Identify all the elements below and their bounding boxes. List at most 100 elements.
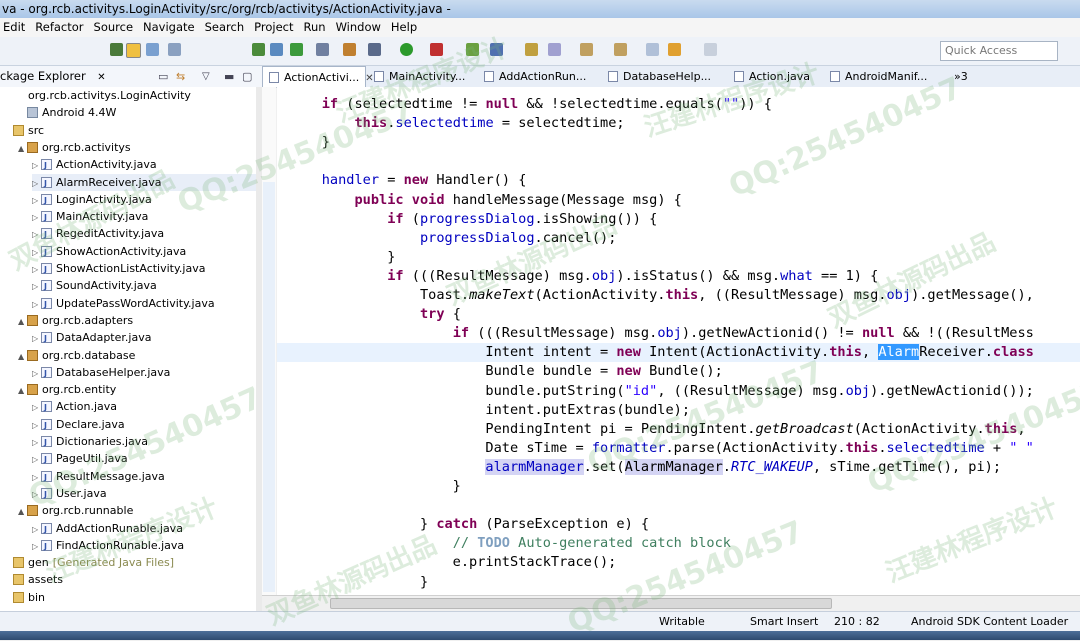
tree-item[interactable]: ▷ SoundActivity.java	[32, 277, 157, 295]
expand-toggle-icon[interactable]: ▷	[32, 209, 41, 226]
quick-access-input[interactable]: Quick Access	[940, 41, 1058, 61]
open-type-icon[interactable]	[525, 43, 538, 56]
tree-item[interactable]: ▷ ShowActionListActivity.java	[32, 260, 205, 278]
code-editor[interactable]: if (selectedtime != null && !selectedtim…	[277, 87, 1080, 595]
tree-item[interactable]: assets	[4, 571, 63, 588]
tree-item[interactable]: ▷ UpdatePassWordActivity.java	[32, 295, 215, 313]
tree-item[interactable]: ▷ AlarmReceiver.java	[32, 173, 256, 192]
tree-item[interactable]: ▷ FindActionRunable.java	[32, 537, 184, 555]
expand-toggle-icon[interactable]: ▲	[18, 503, 27, 520]
tree-item[interactable]: ▷ Dictionaries.java	[32, 433, 148, 451]
next-annotation-icon[interactable]	[580, 43, 593, 56]
expand-toggle-icon[interactable]: ▷	[32, 330, 41, 347]
expand-toggle-icon[interactable]: ▷	[32, 278, 41, 295]
menu-refactor[interactable]: Refactor	[30, 20, 88, 34]
block-select-icon[interactable]	[146, 43, 159, 56]
previous-annotation-icon[interactable]	[614, 43, 627, 56]
tree-item[interactable]: src	[4, 122, 44, 139]
lint-icon[interactable]	[290, 43, 303, 56]
editor-tab[interactable]: MainActivity...	[368, 66, 476, 87]
android-sdk-icon[interactable]	[252, 43, 265, 56]
tree-item[interactable]: ▷ Action.java	[32, 398, 117, 416]
menu-help[interactable]: Help	[386, 20, 422, 34]
expand-toggle-icon[interactable]: ▷	[32, 434, 41, 451]
external-tools-icon[interactable]	[430, 43, 443, 56]
tree-item[interactable]: ▷ PageUtil.java	[32, 450, 128, 468]
expand-toggle-icon[interactable]: ▷	[32, 244, 41, 261]
editor-tab[interactable]: »3	[948, 66, 978, 87]
expand-toggle-icon[interactable]: ▷	[32, 521, 41, 538]
run-icon[interactable]	[400, 43, 413, 56]
tree-item[interactable]: ▷ ResultMessage.java	[32, 468, 165, 486]
maximize-icon[interactable]: ▢	[242, 66, 252, 87]
editor-tab[interactable]: Action.java	[728, 66, 822, 87]
close-icon[interactable]: ✕	[97, 72, 105, 83]
tree-item[interactable]: ▲ org.rcb.adapters	[18, 312, 133, 329]
view-menu-icon[interactable]: ▽	[202, 66, 210, 87]
back-icon[interactable]	[668, 43, 681, 56]
new-icon[interactable]	[316, 43, 329, 56]
tree-item[interactable]: org.rcb.activitys.LoginActivity	[4, 87, 191, 104]
tree-item[interactable]: ▲ org.rcb.entity	[18, 381, 116, 398]
forward-icon[interactable]	[704, 43, 717, 56]
expand-toggle-icon[interactable]: ▲	[18, 140, 27, 157]
tree-item[interactable]: ▷ AddActionRunable.java	[32, 520, 183, 538]
editor-tab[interactable]: AndroidManif...	[824, 66, 946, 87]
link-editor-icon[interactable]: ⇆	[176, 66, 185, 87]
hscroll-thumb[interactable]	[330, 598, 832, 609]
menu-window[interactable]: Window	[331, 20, 386, 34]
show-whitespace-icon[interactable]	[168, 43, 181, 56]
menu-search[interactable]: Search	[200, 20, 250, 34]
tool-icon[interactable]	[110, 43, 123, 56]
open-icon[interactable]	[343, 43, 356, 56]
expand-toggle-icon[interactable]: ▷	[32, 296, 41, 313]
tree-item[interactable]: Android 4.4W	[18, 104, 116, 121]
expand-toggle-icon[interactable]: ▲	[18, 348, 27, 365]
menu-navigate[interactable]: Navigate	[138, 20, 200, 34]
editor-tab[interactable]: ActionActivi... ✕	[262, 66, 374, 87]
debug-icon[interactable]	[368, 43, 381, 56]
menu-run[interactable]: Run	[299, 20, 331, 34]
menu-source[interactable]: Source	[89, 20, 139, 34]
tree-item[interactable]: ▲ org.rcb.runnable	[18, 502, 133, 519]
search-icon[interactable]	[548, 43, 561, 56]
tree-item[interactable]: ▷ RegeditActivity.java	[32, 225, 164, 243]
collapse-all-icon[interactable]: ▭	[158, 66, 168, 87]
tree-item[interactable]: ▷ DataAdapter.java	[32, 329, 151, 347]
new-java-project-icon[interactable]	[466, 43, 479, 56]
tree-item[interactable]: gen [Generated Java Files]	[4, 554, 174, 571]
expand-toggle-icon[interactable]: ▷	[32, 417, 41, 434]
tree-item[interactable]: bin	[4, 589, 45, 606]
expand-toggle-icon[interactable]: ▷	[32, 175, 41, 192]
new-package-icon[interactable]	[490, 43, 503, 56]
expand-toggle-icon[interactable]: ▷	[32, 451, 41, 468]
expand-toggle-icon[interactable]: ▲	[18, 382, 27, 399]
android-avd-icon[interactable]	[270, 43, 283, 56]
minimize-icon[interactable]: ▬	[224, 66, 234, 87]
tree-item[interactable]: ▷ Declare.java	[32, 416, 125, 434]
menu-project[interactable]: Project	[249, 20, 298, 34]
expand-toggle-icon[interactable]: ▷	[32, 399, 41, 416]
expand-toggle-icon[interactable]: ▷	[32, 226, 41, 243]
tree-item[interactable]: ▷ LoginActivity.java	[32, 191, 152, 209]
expand-toggle-icon[interactable]: ▷	[32, 365, 41, 382]
tree-item[interactable]: ▷ User.java	[32, 485, 107, 503]
expand-toggle-icon[interactable]: ▷	[32, 157, 41, 174]
menu-edit[interactable]: Edit	[0, 20, 30, 34]
tree-item[interactable]: ▲ org.rcb.activitys	[18, 139, 131, 156]
editor-tab[interactable]: AddActionRun...	[478, 66, 600, 87]
expand-toggle-icon[interactable]: ▲	[18, 313, 27, 330]
tree-item[interactable]: ▷ MainActivity.java	[32, 208, 148, 226]
expand-toggle-icon[interactable]: ▷	[32, 486, 41, 503]
expand-toggle-icon[interactable]: ▷	[32, 469, 41, 486]
mark-occurrences-icon[interactable]	[126, 43, 141, 58]
expand-toggle-icon[interactable]: ▷	[32, 192, 41, 209]
expand-toggle-icon[interactable]: ▷	[32, 261, 41, 278]
tree-item[interactable]: ▲ org.rcb.database	[18, 347, 135, 364]
expand-toggle-icon[interactable]: ▷	[32, 538, 41, 555]
package-explorer-title[interactable]: ckage Explorer	[0, 69, 86, 83]
editor-tab[interactable]: DatabaseHelp...	[602, 66, 726, 87]
tree-item[interactable]: ▷ ActionActivity.java	[32, 156, 157, 174]
last-edit-icon[interactable]	[646, 43, 659, 56]
tree-item[interactable]: ▷ DatabaseHelper.java	[32, 364, 170, 382]
